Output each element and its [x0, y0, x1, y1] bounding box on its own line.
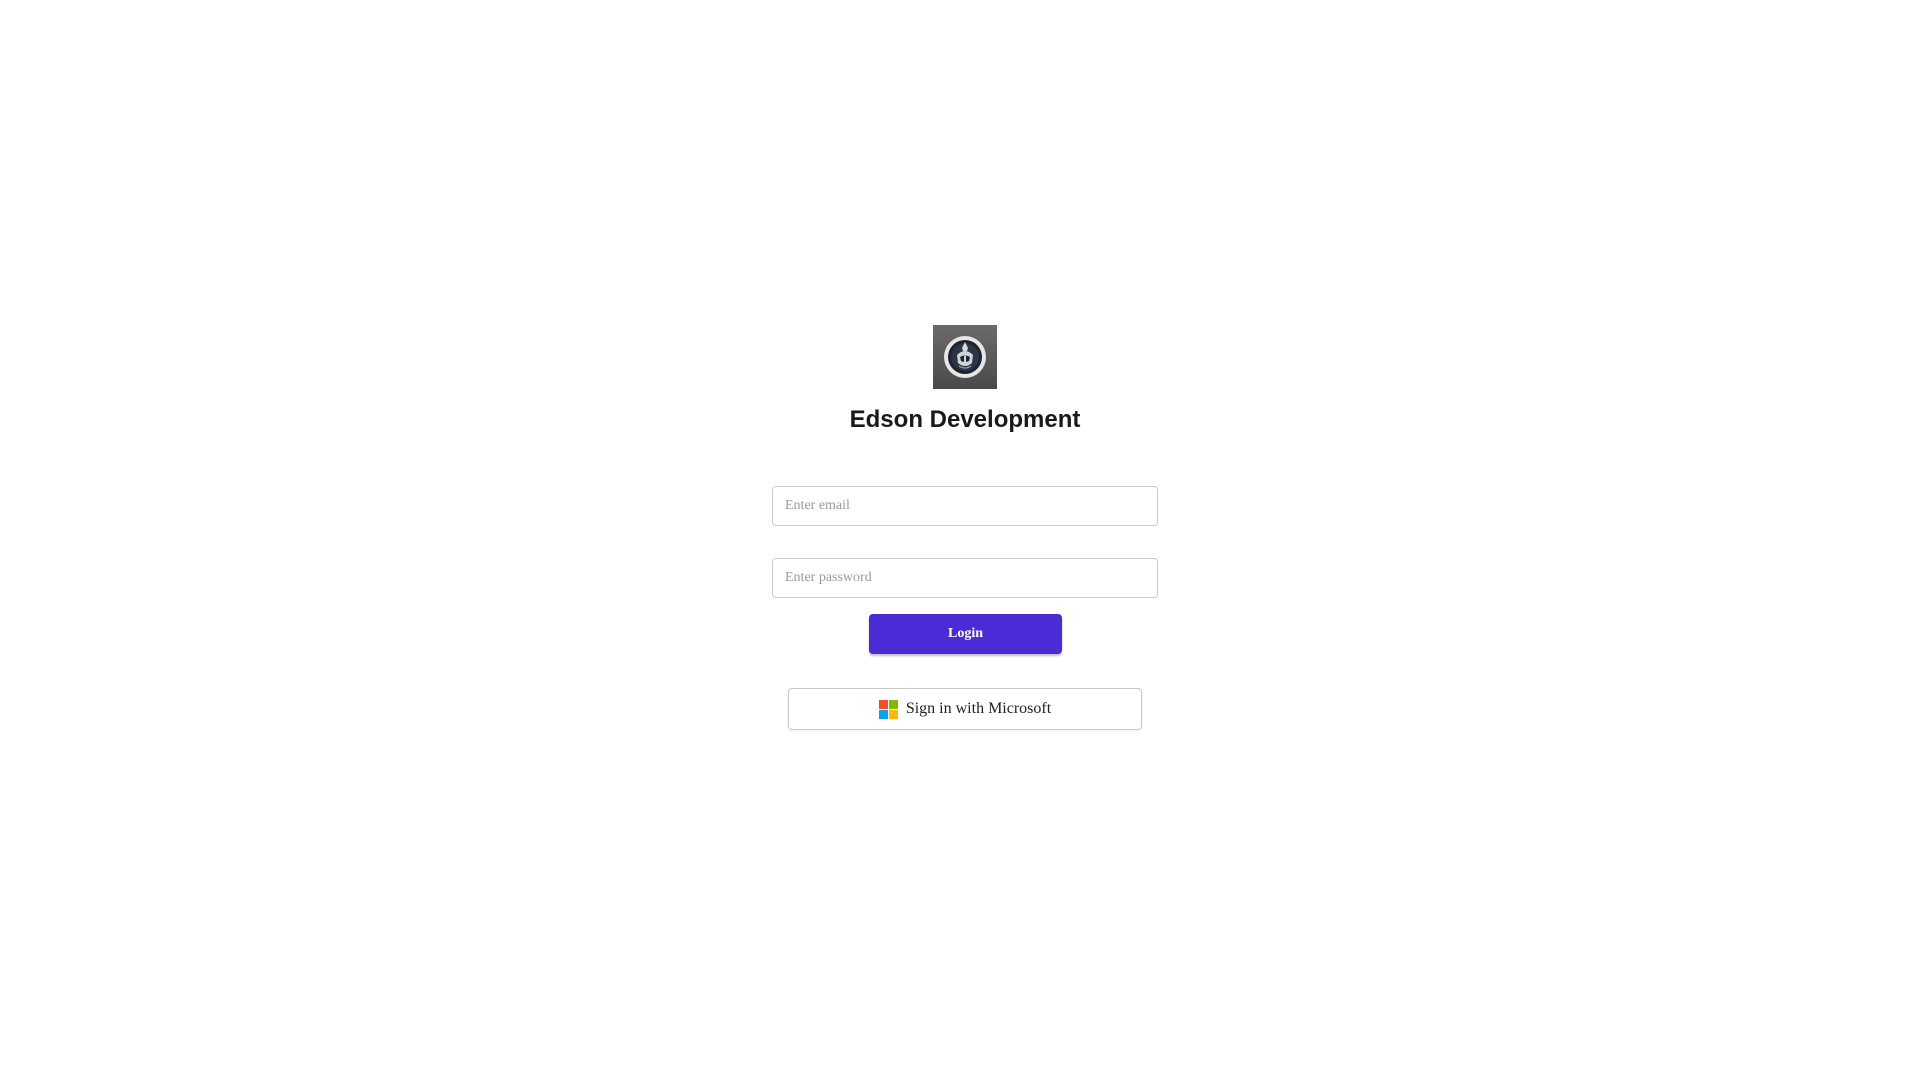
ms-square-yellow [888, 709, 898, 719]
page-title: Edson Development [849, 406, 1081, 433]
email-input[interactable] [772, 486, 1158, 526]
login-page: Edson Development Login Sign in with Mic… [0, 0, 1920, 1080]
ms-square-blue [878, 709, 888, 719]
ms-square-green [888, 699, 898, 709]
sign-in-with-microsoft-button[interactable]: Sign in with Microsoft [788, 688, 1142, 730]
app-logo [933, 325, 997, 389]
ms-square-red [878, 699, 888, 709]
microsoft-logo-icon [878, 699, 898, 719]
helmet-emblem-icon [944, 336, 986, 378]
microsoft-button-label: Sign in with Microsoft [905, 700, 1052, 717]
password-input[interactable] [772, 558, 1158, 598]
login-button[interactable]: Login [869, 614, 1062, 654]
